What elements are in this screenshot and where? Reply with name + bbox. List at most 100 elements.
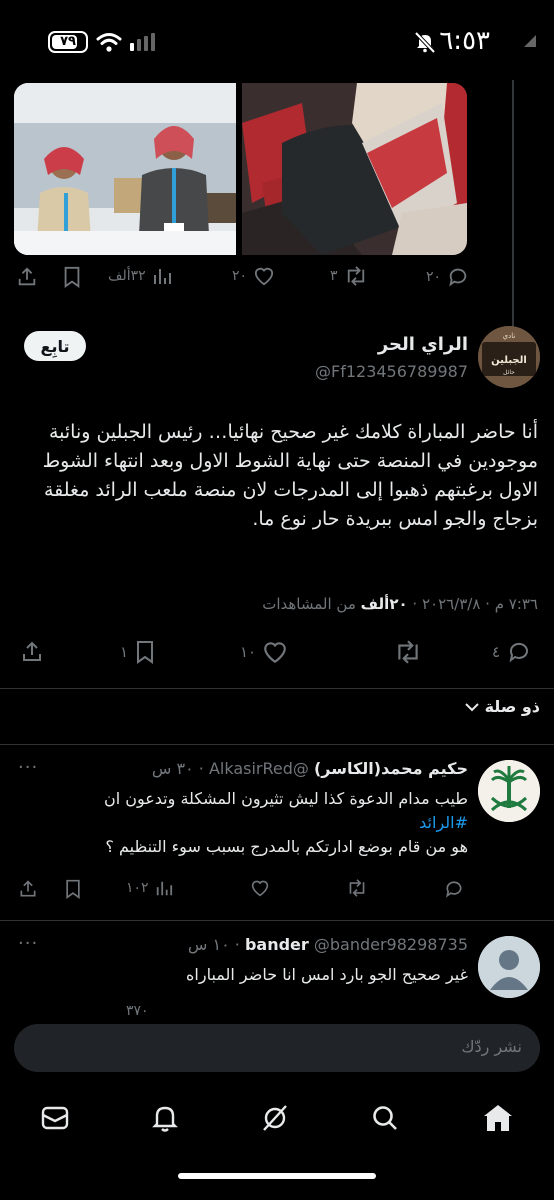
views-number: ٢٠ألف (360, 595, 408, 613)
views-button[interactable]: ٣٢ألف (108, 266, 172, 286)
bell-muted-icon (414, 31, 436, 53)
signal-diagonal-icon (524, 35, 536, 47)
default-avatar-icon (478, 936, 540, 998)
tab-grok[interactable] (260, 1103, 290, 1137)
views-suffix: من المشاهدات (262, 595, 356, 613)
tweet-photo-right[interactable] (14, 83, 236, 255)
reply-composer[interactable]: نشر ردّك (14, 1024, 540, 1072)
wifi-icon (96, 33, 122, 52)
reply-header: bander @bander98298735 · ١٠ س (187, 935, 468, 954)
reply-line: طيب مدام الدعوة كذا ليش تثيرون المشكلة و… (103, 789, 468, 808)
reply-item[interactable]: حكيم محمد(الكاسر) @AlkasirRed · ٣٠ س ···… (0, 745, 554, 920)
main-share-button[interactable] (20, 640, 44, 664)
battery-level: ٧٩ (60, 34, 76, 49)
divider (0, 688, 554, 689)
tab-search[interactable] (370, 1103, 400, 1137)
reply-header: حكيم محمد(الكاسر) @AlkasirRed · ٣٠ س (151, 759, 468, 778)
tab-notifications[interactable] (150, 1103, 180, 1137)
reply-line: هو من قام بوضع ادارتكم بالمدرج بسبب سوء … (105, 837, 468, 856)
clock: ٦:٥٣ (439, 26, 490, 56)
composer-placeholder: نشر ردّك (461, 1037, 522, 1056)
svg-text:حائل: حائل (503, 369, 515, 376)
retweet-button[interactable] (346, 879, 368, 897)
like-count: ٢٠ (232, 268, 248, 284)
reply-handle[interactable]: @AlkasirRed (209, 759, 309, 778)
signal-icon (130, 33, 155, 51)
share-button[interactable] (16, 266, 38, 288)
views-button[interactable]: ١٠٢ (126, 879, 173, 897)
like-button[interactable] (250, 879, 270, 897)
reply-button[interactable]: ٢٠ (426, 266, 469, 288)
tweet-text: أنا حاضر المباراة كلامك غير صحيح نهائيا…… (42, 421, 538, 530)
mail-icon (41, 1106, 69, 1130)
main-reply-button[interactable]: ٤ (492, 640, 532, 664)
views-button[interactable]: ٣٧٠ (126, 1003, 149, 1016)
follow-button[interactable]: تابِع (24, 331, 86, 361)
reply-item[interactable]: bander @bander98298735 · ١٠ س ··· غير صح… (0, 921, 554, 1016)
home-icon (484, 1105, 512, 1131)
reply-icon (509, 642, 529, 663)
heart-icon (254, 267, 274, 286)
reply-avatar[interactable] (478, 936, 540, 998)
reply-display-name[interactable]: حكيم محمد(الكاسر) (314, 759, 468, 778)
reply-button[interactable] (444, 879, 464, 899)
bookmark-button[interactable] (62, 266, 82, 288)
more-options-button[interactable]: ··· (18, 757, 38, 778)
retweet-count: ٣ (330, 268, 338, 284)
share-icon (23, 641, 41, 661)
tab-messages[interactable] (40, 1103, 70, 1137)
saudi-emblem-icon (478, 760, 540, 822)
handle[interactable]: @Ff123456789987 (315, 362, 468, 381)
views-icon (153, 269, 171, 284)
reply-icon (449, 268, 467, 287)
reply-count: ٤ (492, 643, 501, 661)
bell-icon (152, 1106, 178, 1132)
reply-time: ٣٠ س (151, 759, 194, 778)
tweet-photo-left[interactable] (242, 83, 467, 255)
grok-icon (263, 1105, 287, 1131)
bookmark-icon (137, 641, 154, 664)
thread-line (512, 80, 514, 335)
reply-avatar[interactable] (478, 760, 540, 822)
bookmark-icon (64, 266, 80, 288)
sort-dropdown[interactable]: ذو صلة (464, 697, 540, 716)
timestamp: ٧:٣٦ م · ٢٠٢٦/٣/٨ · (412, 595, 538, 613)
bottom-tab-bar (0, 1085, 554, 1155)
status-bar: ٧٩ ٦:٥٣ (0, 0, 554, 80)
reply-display-name[interactable]: bander (245, 935, 309, 954)
main-like-button[interactable]: ١٠ (240, 640, 288, 664)
heart-icon (251, 880, 269, 897)
chevron-down-icon (464, 702, 479, 711)
bookmark-icon (66, 879, 80, 899)
share-icon (18, 267, 36, 286)
reply-icon (446, 881, 462, 898)
svg-text:الجبلين: الجبلين (491, 355, 527, 366)
views-count: ١٠٢ (126, 880, 149, 896)
bookmark-count: ١ (120, 643, 129, 661)
share-button[interactable] (18, 879, 38, 899)
retweet-icon (349, 879, 365, 897)
share-icon (20, 880, 36, 897)
tweet-meta: ٧:٣٦ م · ٢٠٢٦/٣/٨ · ٢٠ألف من المشاهدات (262, 595, 538, 613)
views-count: ٣٢ألف (108, 268, 146, 284)
main-retweet-button[interactable] (388, 640, 422, 664)
reply-handle[interactable]: @bander98298735 (314, 935, 468, 954)
hashtag-link[interactable]: #الرائد (28, 811, 468, 835)
retweet-button[interactable]: ٣ (330, 266, 368, 286)
bookmark-button[interactable] (64, 879, 82, 899)
main-bookmark-button[interactable]: ١ (120, 640, 156, 664)
reply-count: ٢٠ (426, 269, 442, 285)
heart-icon (264, 642, 286, 664)
tab-home[interactable] (482, 1103, 514, 1137)
sort-label: ذو صلة (484, 697, 540, 716)
display-name[interactable]: الراي الحر (378, 334, 468, 355)
more-options-button[interactable]: ··· (18, 933, 38, 954)
retweet-icon (347, 266, 364, 286)
like-button[interactable]: ٢٠ (232, 266, 275, 286)
svg-text:نادي: نادي (503, 332, 516, 340)
reply-text: طيب مدام الدعوة كذا ليش تثيرون المشكلة و… (28, 787, 468, 859)
club-logo: الجبلين نادي حائل (478, 326, 540, 388)
views-count: ٣٧٠ (126, 1003, 149, 1016)
reply-time: ١٠ س (187, 935, 230, 954)
avatar[interactable]: الجبلين نادي حائل (478, 326, 540, 388)
